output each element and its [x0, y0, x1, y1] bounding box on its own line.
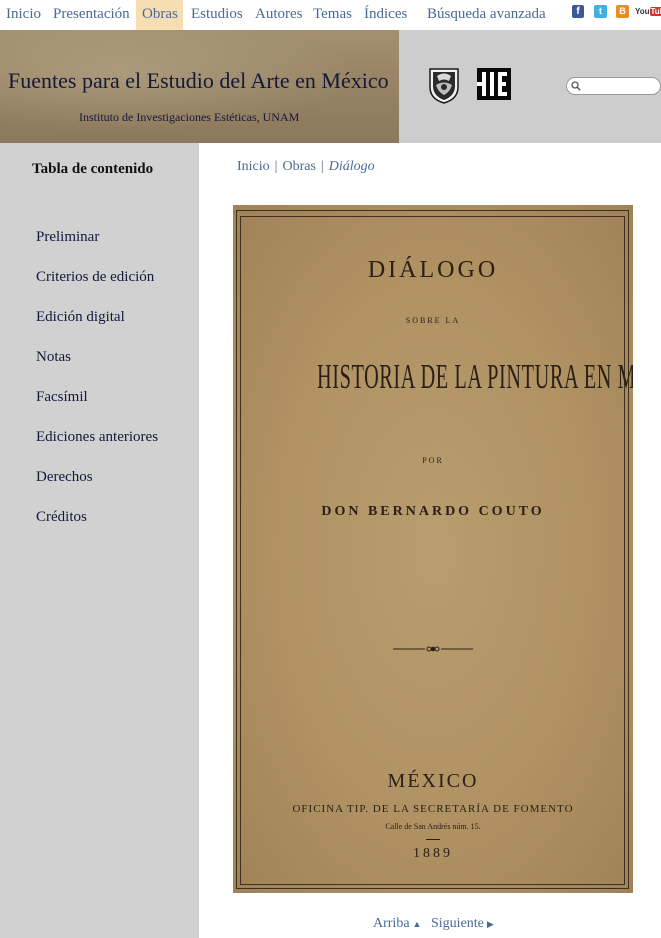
facsimile-por: POR: [422, 456, 444, 465]
site-subtitle: Instituto de Investigaciones Estéticas, …: [79, 110, 300, 124]
arriba-link[interactable]: Arriba ▲: [373, 916, 421, 932]
nav-item-temas[interactable]: Temas: [307, 0, 358, 30]
youtube-tube-text: Tube: [649, 7, 661, 16]
search-icon: [571, 81, 581, 91]
search-input[interactable]: [566, 77, 661, 95]
breadcrumb-separator: |: [274, 159, 278, 174]
facsimile-sobre: SOBRE LA: [405, 316, 461, 325]
facebook-icon[interactable]: f: [572, 5, 584, 18]
facsimile-city: MÉXICO: [387, 770, 479, 792]
breadcrumb-inicio[interactable]: Inicio: [237, 159, 270, 174]
table-of-contents-sidebar: Tabla de contenido Preliminar Criterios …: [0, 143, 199, 938]
toc-title: Tabla de contenido: [32, 161, 154, 177]
facsimile-title: DIÁLOGO: [367, 257, 499, 283]
sidebar-item-edicion-digital[interactable]: Edición digital: [36, 309, 125, 326]
facsimile-historia: HISTORIA DE LA PINTURA EN MÉXICO: [317, 357, 633, 396]
siguiente-label: Siguiente: [431, 916, 484, 931]
facsimile-year: 1889: [413, 846, 453, 861]
blogger-icon[interactable]: B: [616, 5, 629, 18]
sidebar-item-facsimil[interactable]: Facsímil: [36, 389, 88, 406]
facsimile-author: DON BERNARDO COUTO: [321, 504, 545, 519]
siguiente-link[interactable]: Siguiente ▶: [431, 916, 494, 932]
nav-item-presentacion[interactable]: Presentación: [47, 0, 136, 30]
sidebar-item-derechos[interactable]: Derechos: [36, 469, 93, 486]
iie-logo-icon[interactable]: [477, 68, 511, 100]
facsimile-address: Calle de San Andrés núm. 15.: [385, 822, 481, 831]
youtube-you-text: You: [635, 7, 650, 16]
sidebar-item-creditos[interactable]: Créditos: [36, 509, 87, 526]
arrow-up-icon: ▲: [412, 919, 422, 929]
nav-item-inicio[interactable]: Inicio: [0, 0, 47, 30]
facsimile-title-page-image: DIÁLOGO SOBRE LA HISTORIA DE LA PINTURA …: [233, 205, 633, 893]
sidebar-item-criterios-de-edicion[interactable]: Criterios de edición: [36, 269, 154, 286]
arriba-label: Arriba: [373, 916, 410, 931]
breadcrumb: Inicio | Obras | Diálogo: [237, 159, 375, 175]
breadcrumb-current: Diálogo: [328, 159, 375, 174]
nav-item-estudios[interactable]: Estudios: [185, 0, 249, 30]
twitter-icon[interactable]: t: [594, 5, 607, 18]
site-title[interactable]: Fuentes para el Estudio del Arte en Méxi…: [8, 68, 389, 94]
breadcrumb-obras[interactable]: Obras: [282, 159, 315, 174]
breadcrumb-separator: |: [320, 159, 324, 174]
facsimile-rule: [426, 839, 440, 840]
ornament-divider-icon: [393, 646, 473, 652]
sidebar-item-notas[interactable]: Notas: [36, 349, 71, 366]
nav-item-obras[interactable]: Obras: [136, 0, 183, 30]
unam-shield-icon[interactable]: [426, 65, 462, 105]
nav-item-indices[interactable]: Índices: [358, 0, 413, 30]
nav-item-busqueda-avanzada[interactable]: Búsqueda avanzada: [421, 0, 552, 30]
top-navigation: Inicio Presentación Obras Estudios Autor…: [0, 0, 661, 30]
sidebar-item-ediciones-anteriores[interactable]: Ediciones anteriores: [36, 429, 158, 446]
facsimile-publisher: OFICINA TIP. DE LA SECRETARÍA DE FOMENTO: [292, 803, 574, 815]
sidebar-item-preliminar[interactable]: Preliminar: [36, 229, 99, 246]
arrow-right-icon: ▶: [486, 919, 494, 929]
youtube-icon[interactable]: YouTube: [635, 5, 661, 18]
nav-item-autores[interactable]: Autores: [249, 0, 309, 30]
site-header: Fuentes para el Estudio del Arte en Méxi…: [0, 30, 661, 143]
